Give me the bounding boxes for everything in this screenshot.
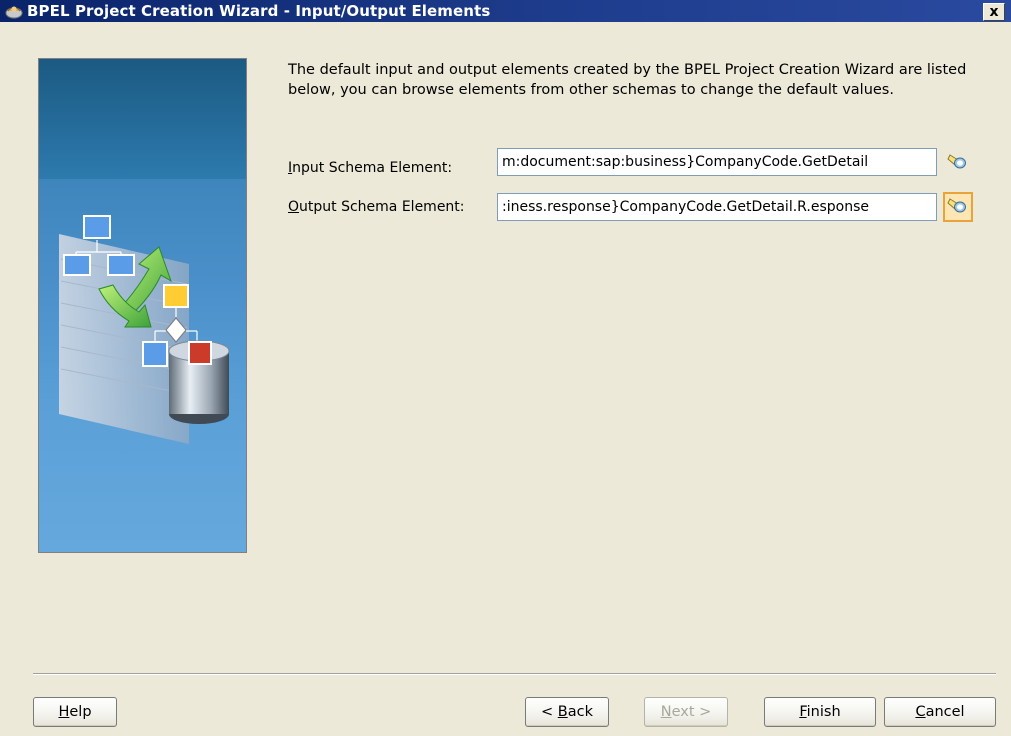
flashlight-icon	[947, 195, 969, 219]
output-schema-browse-button[interactable]	[943, 192, 973, 222]
flashlight-icon	[947, 151, 969, 175]
output-schema-label-text: utput Schema Element:	[299, 199, 465, 215]
app-icon	[4, 2, 24, 20]
back-button[interactable]: < Back	[525, 697, 609, 727]
back-button-label: ack	[567, 704, 593, 720]
help-button[interactable]: Help	[33, 697, 117, 727]
output-schema-label-mnemonic: O	[288, 199, 300, 215]
help-button-mnemonic: H	[58, 704, 70, 720]
input-schema-label: Input Schema Element:	[288, 159, 452, 177]
window-title: BPEL Project Creation Wizard - Input/Out…	[27, 2, 491, 20]
wizard-description: The default input and output elements cr…	[288, 62, 967, 98]
input-schema-browse-button[interactable]	[943, 148, 973, 178]
finish-button-mnemonic: F	[799, 704, 807, 720]
finish-button[interactable]: Finish	[764, 697, 876, 727]
help-button-label: elp	[69, 704, 92, 720]
input-schema-element-field[interactable]: m:document:sap:business}CompanyCode.GetD…	[497, 148, 937, 176]
title-bar[interactable]: BPEL Project Creation Wizard - Input/Out…	[0, 0, 1011, 22]
next-button[interactable]: Next >	[644, 697, 728, 727]
output-schema-element-field[interactable]: :iness.response}CompanyCode.GetDetail.R.…	[497, 193, 937, 221]
output-schema-label: Output Schema Element:	[288, 198, 465, 216]
wizard-dialog: BPEL Project Creation Wizard - Input/Out…	[0, 0, 1011, 736]
input-schema-label-text: nput Schema Element:	[292, 160, 453, 176]
wizard-illustration	[38, 58, 247, 553]
cancel-button-mnemonic: C	[915, 704, 926, 720]
next-button-label: ext >	[671, 704, 712, 720]
footer-separator	[33, 673, 996, 675]
next-button-mnemonic: N	[660, 704, 672, 720]
cancel-button-label: ancel	[925, 704, 965, 720]
back-button-prefix: <	[541, 704, 558, 720]
close-button[interactable]: x	[983, 3, 1005, 21]
cancel-button[interactable]: Cancel	[884, 697, 996, 727]
back-button-mnemonic: B	[557, 704, 568, 720]
finish-button-label: inish	[806, 704, 841, 720]
